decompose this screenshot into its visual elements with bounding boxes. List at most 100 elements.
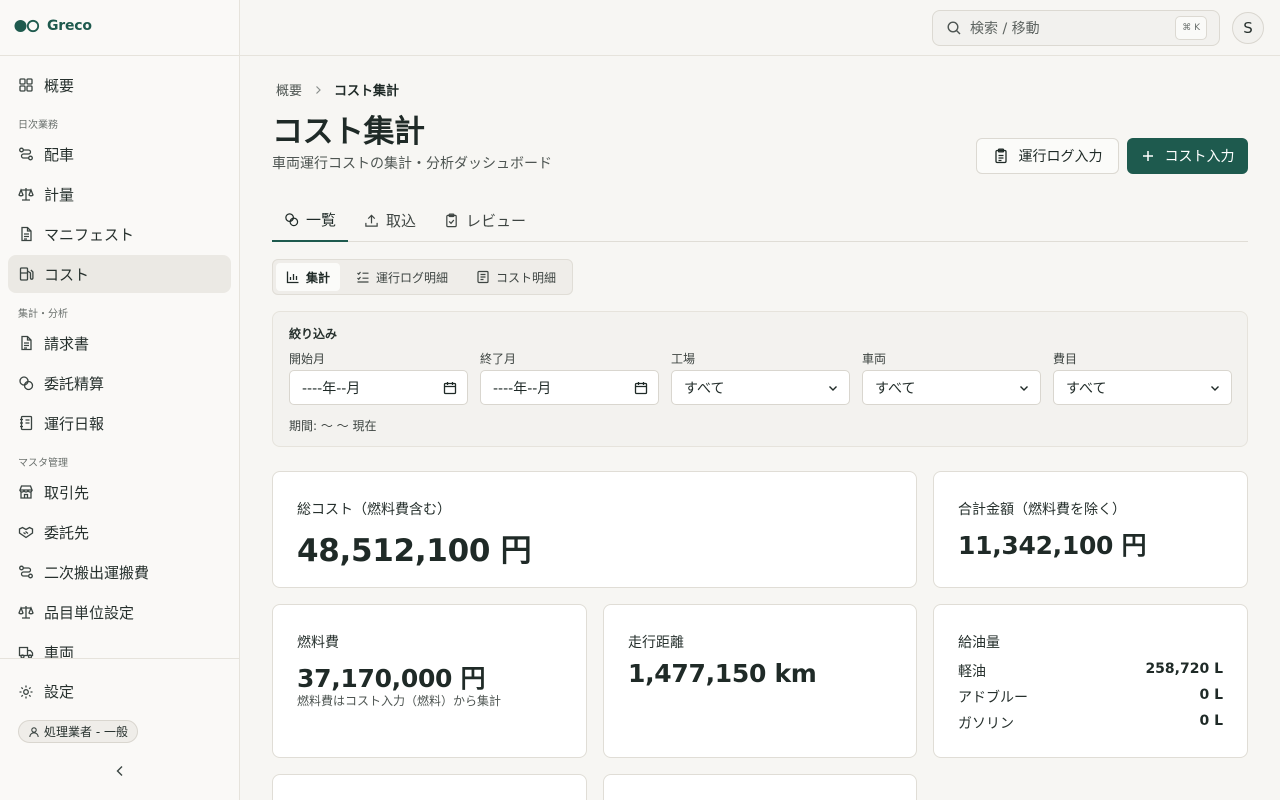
fuel-cost-value: 37,170,000 円	[297, 664, 486, 693]
sidebar-item-label: 委託精算	[44, 374, 105, 393]
total-ex-fuel-label: 合計金額（燃料費を除く）	[958, 502, 1126, 518]
sidebar-item-label: 二次搬出運搬費	[44, 563, 150, 582]
tab-review[interactable]: レビュー	[444, 198, 526, 242]
sidebar-item-secondary-transport[interactable]: 二次搬出運搬費	[8, 553, 231, 591]
role-badge[interactable]: 処理業者 - 一般	[18, 720, 138, 743]
truck-icon	[18, 646, 34, 658]
sidebar-item-contractors[interactable]: 委託先	[8, 513, 231, 551]
subtab-label: 集計	[306, 270, 331, 285]
fuel-amount: 258,720 L	[1145, 661, 1223, 677]
cost-input-button[interactable]: コスト入力	[1127, 138, 1248, 174]
tab-import[interactable]: 取込	[364, 198, 416, 242]
distance-value: 1,477,150 km	[628, 659, 817, 688]
fuel-cost-note: 燃料費はコスト入力（燃料）から集計	[297, 694, 502, 708]
sidebar-item-vehicles[interactable]: 車両	[8, 633, 231, 658]
vehicle-value: すべて	[875, 380, 916, 397]
sidebar-item-invoice[interactable]: 請求書	[8, 324, 231, 362]
sidebar-item-label: 計量	[44, 185, 75, 204]
vehicle-field: 車両 すべて	[862, 350, 1041, 405]
sidebar-item-settings[interactable]: 設定	[18, 681, 74, 702]
handshake-icon	[18, 526, 34, 539]
filter-title: 絞り込み	[289, 327, 338, 341]
app-logo[interactable]: Greco	[14, 18, 92, 34]
document-icon	[21, 335, 32, 351]
tab-label: 取込	[386, 211, 417, 230]
plus-icon	[1142, 151, 1153, 161]
start-month-input[interactable]: ----年--月	[289, 370, 468, 405]
subtab-summary[interactable]: 集計	[276, 263, 341, 291]
breadcrumb-parent[interactable]: 概要	[276, 80, 302, 99]
sidebar-group-daily: 日次業務	[18, 120, 58, 131]
expense-select[interactable]: すべて	[1053, 370, 1232, 405]
role-label: 処理業者 - 一般	[44, 725, 128, 739]
sidebar-item-overview[interactable]: 概要	[8, 66, 231, 104]
total-cost-value: 48,512,100 円	[297, 533, 532, 569]
main-tabs: 一覧 取込 レビュー	[272, 198, 1248, 242]
sidebar-item-dispatch[interactable]: 配車	[8, 135, 231, 173]
sidebar-item-manifest[interactable]: マニフェスト	[8, 215, 231, 253]
document-icon	[21, 226, 32, 242]
tab-label: 一覧	[306, 210, 337, 229]
sidebar-item-label: マニフェスト	[44, 225, 135, 244]
sidebar-collapse-button[interactable]	[112, 763, 128, 783]
fuel-cost-label: 燃料費	[297, 635, 339, 651]
receipt-icon	[477, 270, 489, 284]
user-icon	[29, 726, 39, 737]
subtab-label: 運行ログ明細	[376, 270, 449, 285]
page-title: コスト集計	[272, 114, 425, 150]
chevron-down-icon	[1020, 385, 1028, 391]
log-input-button[interactable]: 運行ログ入力	[976, 138, 1119, 174]
sidebar-group-analysis: 集計・分析	[18, 309, 68, 320]
sidebar-item-label: 車両	[44, 643, 75, 659]
end-month-label: 終了月	[480, 352, 517, 366]
view-switcher: 集計 運行ログ明細 コスト明細	[272, 259, 573, 295]
plant-field: 工場 すべて	[671, 350, 850, 405]
vehicle-label: 車両	[862, 352, 887, 366]
sidebar-item-label: 取引先	[44, 483, 90, 502]
sidebar-item-weighing[interactable]: 計量	[8, 175, 231, 213]
fuel-row-adblue: アドブルー 0 L	[958, 687, 1223, 707]
sidebar-item-label: 請求書	[44, 334, 90, 353]
sidebar-item-label: 概要	[44, 76, 75, 95]
store-icon	[19, 485, 33, 499]
fuel-row-diesel: 軽油 258,720 L	[958, 661, 1223, 681]
sidebar-item-label: 配車	[44, 145, 75, 164]
cost-input-label: コスト入力	[1164, 149, 1235, 165]
search-input[interactable]: 検索 / 移動 ⌘ K	[932, 10, 1220, 46]
vehicle-select[interactable]: すべて	[862, 370, 1041, 405]
subtab-label: コスト明細	[496, 270, 557, 285]
end-month-input[interactable]: ----年--月	[480, 370, 659, 405]
stat-card-partial	[603, 774, 917, 800]
search-placeholder: 検索 / 移動	[970, 21, 1040, 37]
sidebar-item-label: 委託先	[44, 523, 90, 542]
route-icon	[19, 565, 33, 579]
subtab-cost-detail[interactable]: コスト明細	[466, 263, 566, 291]
sidebar-item-cost[interactable]: コスト	[8, 255, 231, 293]
expense-field: 費目 すべて	[1053, 350, 1232, 405]
plant-value: すべて	[684, 380, 725, 397]
sidebar-nav: 概要 日次業務 配車 計量 マニフェスト コスト 集計・分析 請求書 委託精算	[8, 66, 231, 658]
total-cost-card: 総コスト（燃料費含む） 48,512,100 円	[272, 471, 917, 588]
distance-label: 走行距離	[628, 635, 684, 651]
end-month-value: ----年--月	[493, 380, 552, 397]
sidebar-item-consignment-settlement[interactable]: 委託精算	[8, 364, 231, 402]
breadcrumb: 概要 コスト集計	[276, 80, 399, 99]
checklist-icon	[357, 271, 369, 283]
sidebar-item-unit-settings[interactable]: 品目単位設定	[8, 593, 231, 631]
sidebar: Greco 概要 日次業務 配車 計量 マニフェスト コスト 集計・分析 請求書	[0, 0, 240, 800]
sidebar-divider	[0, 55, 239, 56]
fuel-amount: 0 L	[1199, 713, 1223, 729]
sidebar-item-clients[interactable]: 取引先	[8, 473, 231, 511]
app-name: Greco	[47, 18, 92, 34]
sidebar-item-daily-report[interactable]: 運行日報	[8, 404, 231, 442]
chevron-left-icon	[116, 766, 123, 776]
fuel-cost-card: 燃料費 37,170,000 円 燃料費はコスト入力（燃料）から集計	[272, 604, 587, 758]
fuel-type: 軽油	[958, 664, 986, 680]
avatar[interactable]: S	[1232, 12, 1264, 44]
bar-chart-icon	[286, 271, 299, 284]
plant-select[interactable]: すべて	[671, 370, 850, 405]
tab-list[interactable]: 一覧	[272, 198, 349, 242]
calendar-icon	[634, 381, 648, 394]
subtab-log-detail[interactable]: 運行ログ明細	[346, 263, 458, 291]
sidebar-item-label: 運行日報	[44, 414, 105, 433]
